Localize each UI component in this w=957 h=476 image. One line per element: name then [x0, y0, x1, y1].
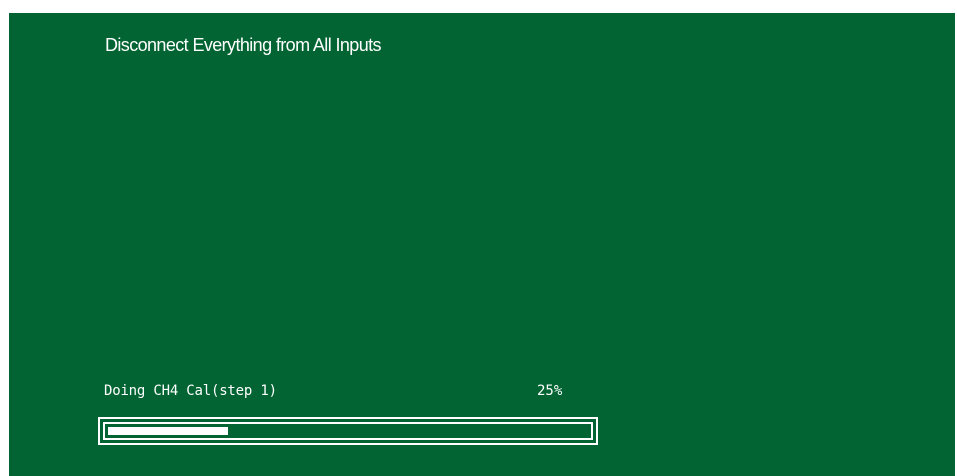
progress-track	[103, 422, 593, 440]
status-label: Doing CH4 Cal(step 1)	[104, 383, 277, 399]
progress-fill	[108, 427, 228, 435]
calibration-screen: Disconnect Everything from All Inputs Do…	[9, 13, 955, 476]
progress-bar	[98, 417, 598, 445]
progress-percent: 25%	[537, 383, 563, 399]
instruction-text: Disconnect Everything from All Inputs	[105, 35, 382, 55]
